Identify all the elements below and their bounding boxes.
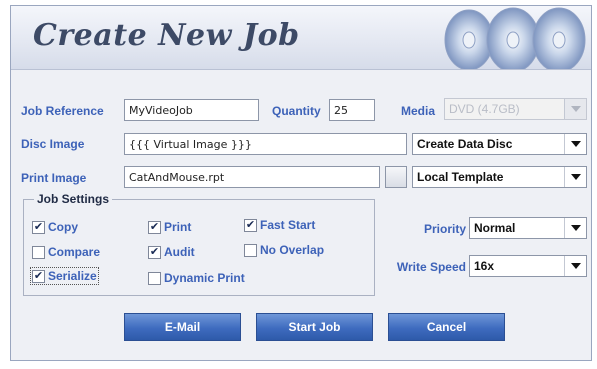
dynamic-print-checkbox[interactable]: Dynamic Print bbox=[148, 271, 245, 285]
checkbox-unchecked-icon bbox=[32, 245, 45, 259]
email-button[interactable]: E-Mail bbox=[124, 313, 241, 341]
job-reference-label: Job Reference bbox=[21, 104, 104, 118]
quantity-label: Quantity bbox=[272, 104, 321, 118]
audit-checkbox-label: Audit bbox=[164, 245, 195, 259]
fast-start-checkbox-label: Fast Start bbox=[260, 218, 316, 232]
media-select[interactable]: DVD (4.7GB) bbox=[444, 98, 587, 120]
compare-checkbox[interactable]: Compare bbox=[32, 245, 100, 259]
browse-button[interactable] bbox=[385, 166, 407, 188]
disc-image-label: Disc Image bbox=[21, 137, 85, 151]
dynamic-print-checkbox-label: Dynamic Print bbox=[164, 271, 245, 285]
write-speed-select-value: 16x bbox=[474, 259, 495, 273]
copy-checkbox[interactable]: ✔ Copy bbox=[32, 220, 78, 234]
chevron-down-icon bbox=[564, 256, 586, 276]
checkbox-unchecked-icon bbox=[148, 271, 161, 285]
fast-start-checkbox[interactable]: ✔ Fast Start bbox=[244, 218, 315, 232]
disc-graphic-icon bbox=[444, 7, 586, 69]
copy-checkbox-label: Copy bbox=[48, 220, 78, 234]
print-checkbox-label: Print bbox=[164, 220, 192, 234]
checkbox-checked-icon: ✔ bbox=[32, 220, 45, 234]
chevron-down-icon bbox=[564, 99, 586, 119]
write-speed-select[interactable]: 16x bbox=[469, 255, 587, 277]
quantity-input[interactable]: 25 bbox=[329, 99, 375, 121]
priority-select-value: Normal bbox=[474, 221, 516, 235]
job-reference-input[interactable]: MyVideoJob bbox=[124, 99, 259, 121]
disc-image-input[interactable]: {{{ Virtual Image }}} bbox=[124, 133, 407, 155]
job-settings-group: Job Settings ✔ Copy ✔ Print ✔ Fast Start… bbox=[23, 192, 375, 296]
header-banner: Create New Job bbox=[11, 6, 591, 70]
serialize-checkbox-label: Serialize bbox=[48, 269, 97, 283]
print-checkbox[interactable]: ✔ Print bbox=[148, 220, 191, 234]
print-image-input[interactable]: CatAndMouse.rpt bbox=[124, 166, 380, 188]
checkbox-checked-icon: ✔ bbox=[32, 269, 45, 283]
chevron-down-icon bbox=[564, 167, 586, 187]
checkbox-checked-icon: ✔ bbox=[148, 245, 161, 259]
no-overlap-checkbox-label: No Overlap bbox=[260, 243, 325, 257]
start-job-button[interactable]: Start Job bbox=[256, 313, 373, 341]
chevron-down-icon bbox=[564, 218, 586, 238]
checkbox-checked-icon: ✔ bbox=[148, 220, 161, 234]
audit-checkbox[interactable]: ✔ Audit bbox=[148, 245, 195, 259]
checkbox-checked-icon: ✔ bbox=[244, 218, 257, 232]
disc-mode-select[interactable]: Create Data Disc bbox=[412, 133, 587, 155]
priority-select[interactable]: Normal bbox=[469, 217, 587, 239]
serialize-checkbox[interactable]: ✔ Serialize bbox=[30, 267, 99, 285]
media-label: Media bbox=[401, 104, 436, 118]
disc-mode-select-value: Create Data Disc bbox=[417, 137, 513, 151]
media-select-value: DVD (4.7GB) bbox=[449, 102, 520, 116]
cancel-button[interactable]: Cancel bbox=[388, 313, 505, 341]
print-template-select[interactable]: Local Template bbox=[412, 166, 587, 188]
page-title: Create New Job bbox=[33, 18, 300, 53]
chevron-down-icon bbox=[564, 134, 586, 154]
checkbox-unchecked-icon bbox=[244, 243, 257, 257]
print-image-label: Print Image bbox=[21, 171, 87, 185]
compare-checkbox-label: Compare bbox=[48, 245, 101, 259]
write-speed-label: Write Speed bbox=[396, 260, 466, 274]
priority-label: Priority bbox=[423, 222, 466, 236]
job-settings-title: Job Settings bbox=[34, 192, 113, 206]
print-template-select-value: Local Template bbox=[417, 170, 504, 184]
no-overlap-checkbox[interactable]: No Overlap bbox=[244, 243, 324, 257]
